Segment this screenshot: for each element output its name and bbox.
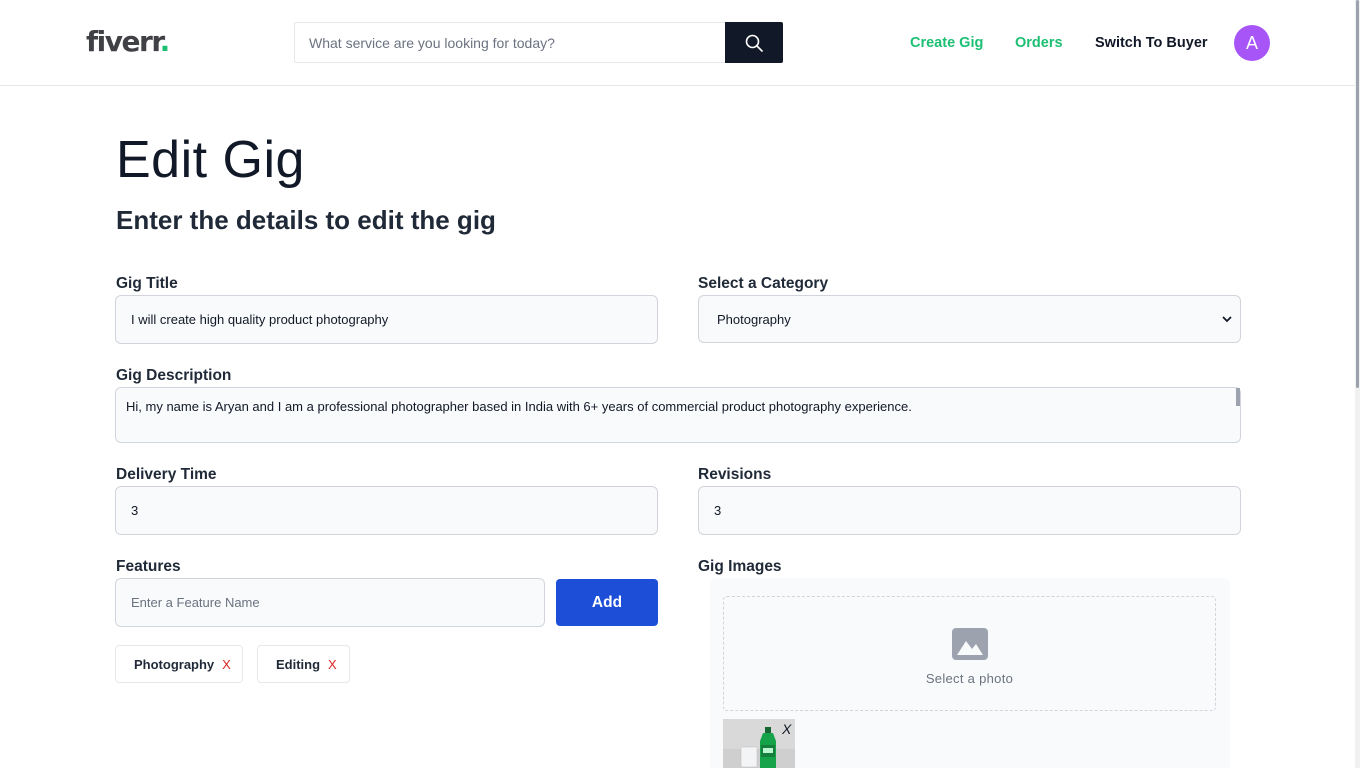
feature-chip-label: Editing bbox=[276, 656, 321, 672]
delivery-time-value: 3 bbox=[131, 503, 139, 518]
features-label: Features bbox=[116, 558, 181, 575]
description-value: Hi, my name is Aryan and I am a professi… bbox=[126, 399, 912, 414]
image-drop-zone[interactable]: Select a photo bbox=[723, 596, 1216, 711]
gig-title-label: Gig Title bbox=[116, 275, 178, 292]
gig-title-value: I will create high quality product photo… bbox=[131, 312, 389, 327]
feature-chip-label: Photography bbox=[134, 656, 215, 672]
chevron-down-icon bbox=[1222, 316, 1232, 323]
gig-title-input[interactable]: I will create high quality product photo… bbox=[115, 295, 658, 344]
page-scrollbar[interactable] bbox=[1355, 0, 1360, 768]
nav-orders-link[interactable]: Orders bbox=[1015, 34, 1063, 52]
category-selected-value: Photography bbox=[717, 311, 791, 327]
search-bar bbox=[294, 22, 783, 63]
feature-chip: Photography X bbox=[115, 645, 243, 683]
search-button[interactable] bbox=[725, 22, 783, 63]
feature-chip: Editing X bbox=[257, 645, 350, 683]
gig-images-label: Gig Images bbox=[698, 558, 782, 575]
category-select[interactable]: Photography bbox=[698, 295, 1241, 343]
remove-feature-button[interactable]: X bbox=[222, 657, 231, 672]
image-icon bbox=[952, 628, 988, 660]
feature-name-input[interactable] bbox=[115, 578, 545, 627]
delivery-time-label: Delivery Time bbox=[116, 466, 217, 483]
top-navbar: fiverr. Create Gig Orders Switch To Buye… bbox=[0, 0, 1360, 86]
logo-text: fiverr bbox=[86, 25, 161, 58]
scrollbar-thumb[interactable] bbox=[1356, 0, 1359, 388]
delivery-time-input[interactable]: 3 bbox=[115, 486, 658, 535]
search-input[interactable] bbox=[295, 23, 726, 62]
revisions-value: 3 bbox=[714, 503, 722, 518]
user-avatar[interactable]: A bbox=[1234, 25, 1270, 61]
nav-switch-to-buyer-link[interactable]: Switch To Buyer bbox=[1095, 34, 1208, 52]
remove-image-button[interactable]: X bbox=[782, 721, 791, 737]
nav-create-gig-link[interactable]: Create Gig bbox=[910, 34, 983, 52]
select-photo-text: Select a photo bbox=[925, 671, 1014, 686]
revisions-label: Revisions bbox=[698, 466, 772, 483]
description-textarea[interactable]: Hi, my name is Aryan and I am a professi… bbox=[115, 387, 1241, 443]
page-title: Edit Gig bbox=[116, 131, 305, 189]
add-feature-button[interactable]: Add bbox=[556, 579, 658, 626]
page-subtitle: Enter the details to edit the gig bbox=[116, 205, 496, 235]
revisions-input[interactable]: 3 bbox=[698, 486, 1241, 535]
fiverr-logo[interactable]: fiverr. bbox=[86, 25, 171, 58]
textarea-scrollbar[interactable] bbox=[1236, 388, 1240, 406]
description-label: Gig Description bbox=[116, 367, 232, 384]
logo-dot: . bbox=[159, 25, 171, 58]
search-icon bbox=[745, 34, 763, 52]
category-label: Select a Category bbox=[698, 275, 829, 292]
remove-feature-button[interactable]: X bbox=[328, 657, 337, 672]
